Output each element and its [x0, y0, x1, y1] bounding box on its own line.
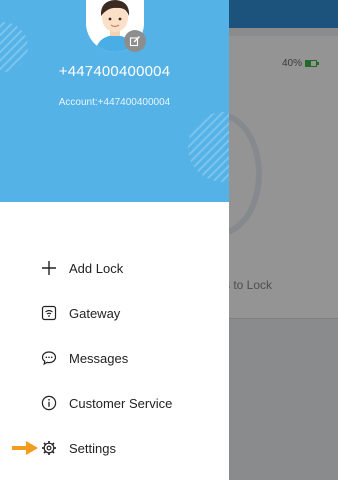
arrow-right-icon	[12, 441, 38, 455]
plus-icon	[40, 259, 58, 277]
edit-avatar-icon[interactable]	[124, 30, 146, 52]
menu-item-label: Gateway	[69, 305, 121, 321]
menu-item-label: Customer Service	[69, 395, 173, 411]
navigation-drawer: +447400400004 Account:+447400400004 Add …	[0, 0, 229, 480]
pencil-icon	[129, 36, 140, 47]
info-icon	[40, 394, 58, 412]
menu-item-label: Add Lock	[69, 260, 124, 276]
menu-item-gateway[interactable]: Gateway	[0, 295, 229, 331]
gear-icon	[40, 439, 58, 457]
user-account-label: Account:+447400400004	[58, 97, 171, 108]
wifi-router-icon	[40, 304, 58, 322]
drawer-header: +447400400004 Account:+447400400004	[0, 0, 229, 202]
chat-bubble-icon	[40, 349, 58, 367]
menu-item-add-lock[interactable]: Add Lock	[0, 250, 229, 286]
menu-item-label: Messages	[69, 350, 129, 366]
user-phone-number: +447400400004	[58, 63, 171, 80]
menu-item-label: Settings	[69, 440, 116, 456]
menu-item-messages[interactable]: Messages	[0, 340, 229, 376]
menu-item-customer-service[interactable]: Customer Service	[0, 385, 229, 421]
